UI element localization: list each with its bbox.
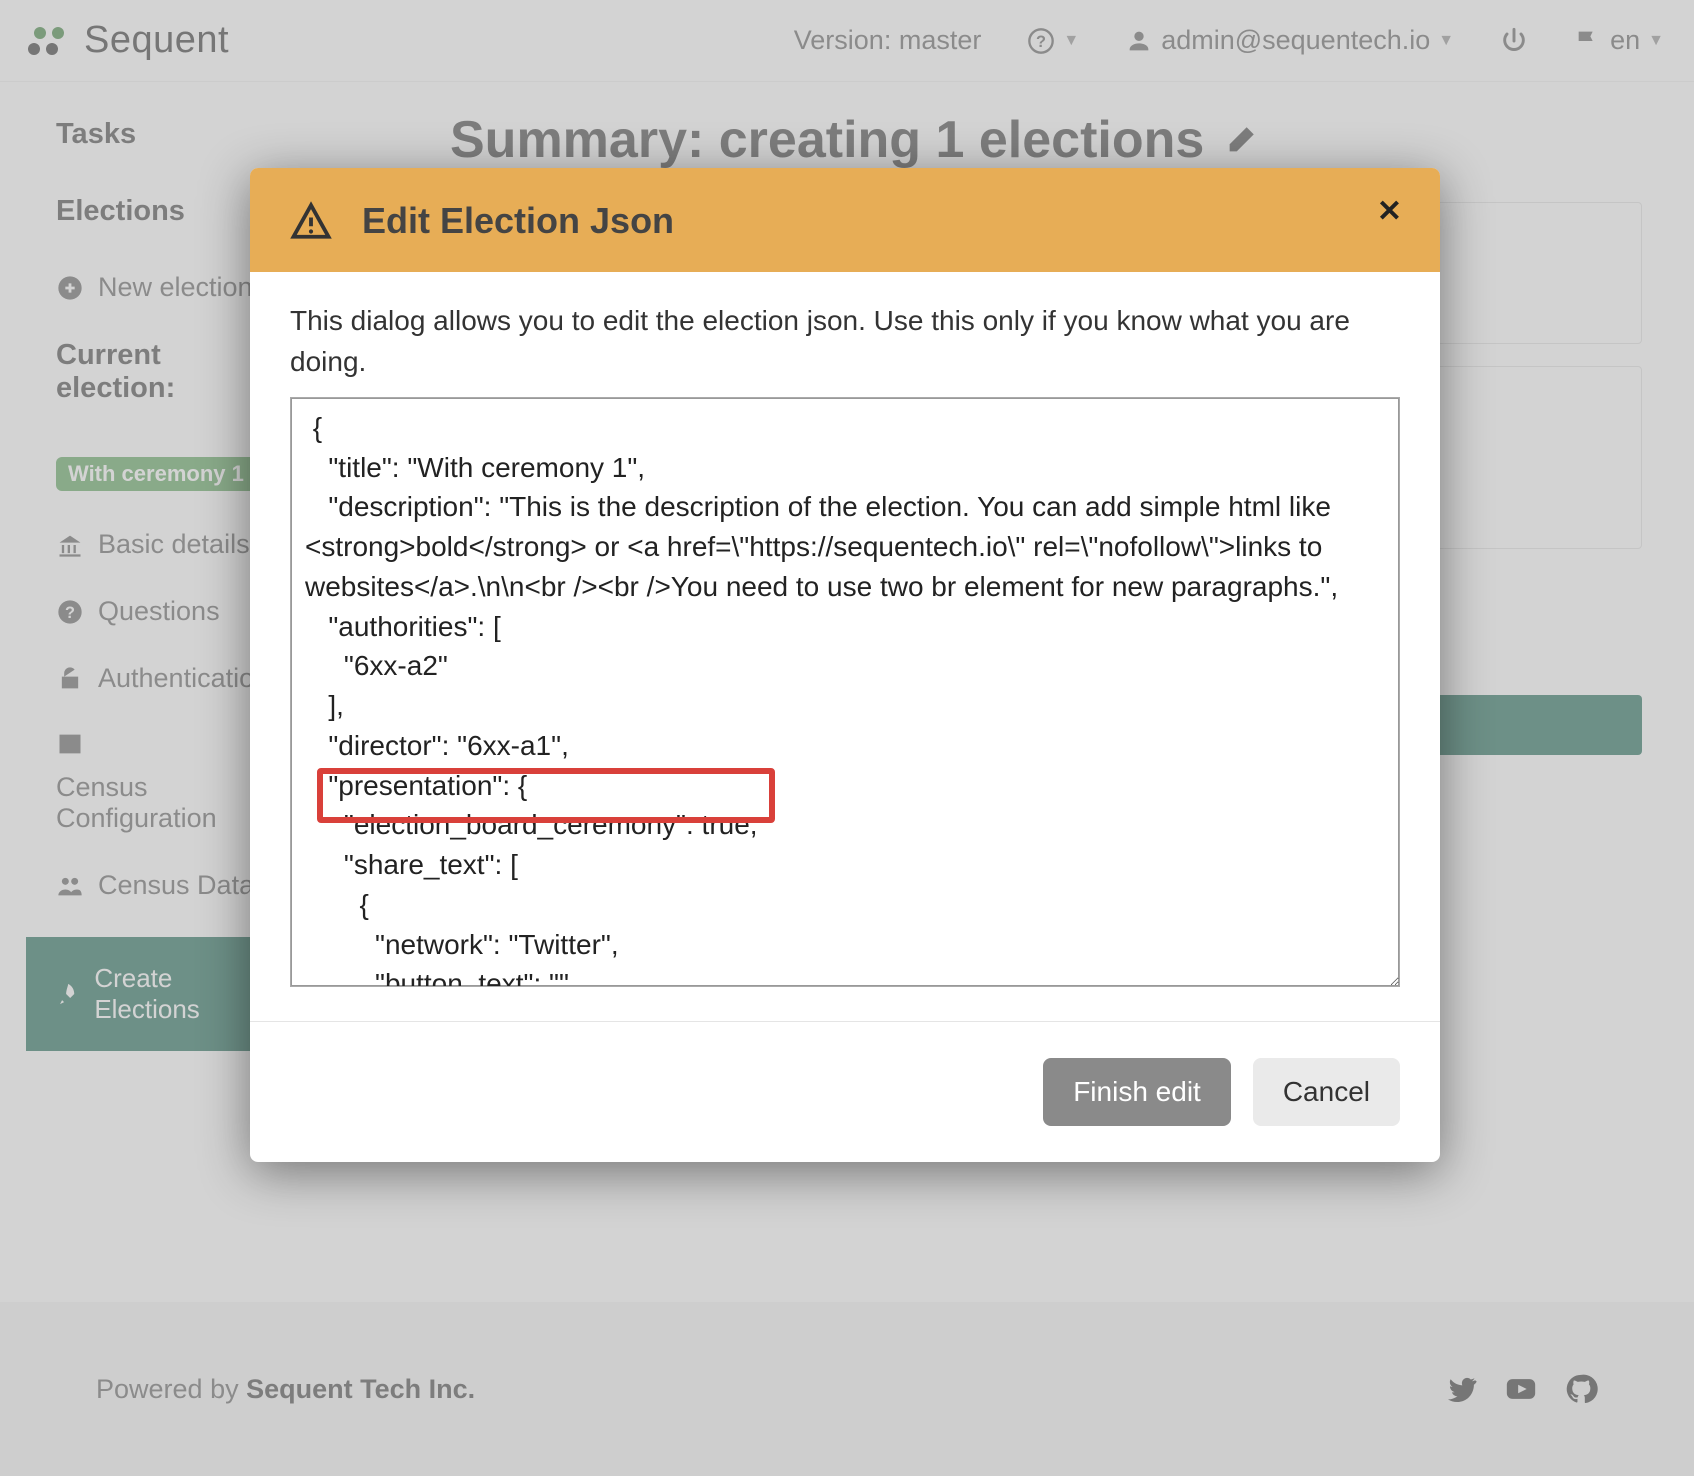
eraser-icon[interactable] xyxy=(1224,123,1258,157)
create-elections-label: Create Elections xyxy=(94,963,260,1025)
sidebar-item-label: New elections xyxy=(98,272,266,303)
user-menu[interactable]: admin@sequentech.io ▼ xyxy=(1125,25,1454,56)
power-icon xyxy=(1500,27,1528,55)
unlock-icon xyxy=(56,665,84,693)
close-icon: ✕ xyxy=(1377,195,1402,228)
sidebar-item-new-election[interactable]: New elections xyxy=(56,272,280,303)
edit-json-modal: Edit Election Json ✕ This dialog allows … xyxy=(250,168,1440,1162)
warning-icon xyxy=(290,200,332,242)
github-icon[interactable] xyxy=(1564,1372,1598,1406)
caret-down-icon: ▼ xyxy=(1063,32,1079,50)
svg-text:?: ? xyxy=(1036,32,1046,50)
sidebar-item-census-data[interactable]: Census Data xyxy=(56,870,280,901)
caret-down-icon: ▼ xyxy=(1438,32,1454,50)
caret-down-icon: ▼ xyxy=(1648,32,1664,50)
brand-logo[interactable]: Sequent xyxy=(28,19,229,62)
modal-footer: Finish edit Cancel xyxy=(250,1021,1440,1162)
sidebar-item-questions[interactable]: ? Questions xyxy=(56,596,280,627)
language-menu[interactable]: en ▼ xyxy=(1574,25,1664,56)
modal-description: This dialog allows you to edit the elect… xyxy=(290,300,1400,383)
json-textarea[interactable]: { "title": "With ceremony 1", "descripti… xyxy=(290,397,1400,987)
flag-icon xyxy=(1574,27,1602,55)
svg-text:?: ? xyxy=(65,603,75,621)
sidebar-item-census-config[interactable]: Census Configuration xyxy=(56,730,280,834)
sidebar-elections-heading: Elections xyxy=(56,195,280,228)
language-label: en xyxy=(1610,25,1640,56)
sidebar-item-label: Census Data xyxy=(98,870,254,901)
sidebar-item-label: Census Configuration xyxy=(56,772,280,834)
twitter-icon[interactable] xyxy=(1444,1372,1478,1406)
sidebar-item-label: Questions xyxy=(98,596,220,627)
question-icon: ? xyxy=(56,598,84,626)
user-icon xyxy=(1125,27,1153,55)
help-menu[interactable]: ? ▼ xyxy=(1027,27,1079,55)
finish-edit-button[interactable]: Finish edit xyxy=(1043,1058,1231,1126)
current-election-badge: With ceremony 1 xyxy=(56,457,256,491)
brand-name: Sequent xyxy=(84,19,229,62)
sidebar-item-label: Authentication xyxy=(98,663,269,694)
user-label: admin@sequentech.io xyxy=(1161,25,1430,56)
sidebar-tasks-heading: Tasks xyxy=(56,118,280,151)
page-footer: Powered by Sequent Tech Inc. xyxy=(0,1302,1694,1476)
sidebar-item-label: Basic details xyxy=(98,529,250,560)
page-title: Summary: creating 1 elections xyxy=(450,110,1642,170)
modal-close-button[interactable]: ✕ xyxy=(1377,194,1402,229)
highlight-annotation xyxy=(317,768,775,823)
version-label: Version: master xyxy=(794,25,982,56)
youtube-icon[interactable] xyxy=(1504,1372,1538,1406)
sidebar-item-basic-details[interactable]: Basic details xyxy=(56,529,280,560)
logout-button[interactable] xyxy=(1500,27,1528,55)
sidebar-item-authentication[interactable]: Authentication xyxy=(56,663,280,694)
cancel-button[interactable]: Cancel xyxy=(1253,1058,1400,1126)
footer-powered-by: Powered by Sequent Tech Inc. xyxy=(96,1374,475,1405)
footer-social-icons xyxy=(1444,1372,1598,1406)
top-header: Sequent Version: master ? ▼ admin@sequen… xyxy=(0,0,1694,82)
header-right: Version: master ? ▼ admin@sequentech.io … xyxy=(794,25,1664,56)
modal-header: Edit Election Json ✕ xyxy=(250,168,1440,272)
current-election-heading: Current election: xyxy=(56,339,280,405)
bank-icon xyxy=(56,531,84,559)
help-icon: ? xyxy=(1027,27,1055,55)
users-icon xyxy=(56,872,84,900)
rocket-icon xyxy=(56,980,80,1008)
newspaper-icon xyxy=(56,730,84,758)
sidebar: Tasks Elections New elections Current el… xyxy=(0,82,280,1302)
modal-body: This dialog allows you to edit the elect… xyxy=(250,272,1440,1021)
brand-logo-icon xyxy=(28,25,78,57)
modal-title: Edit Election Json xyxy=(362,200,674,242)
plus-circle-icon xyxy=(56,274,84,302)
